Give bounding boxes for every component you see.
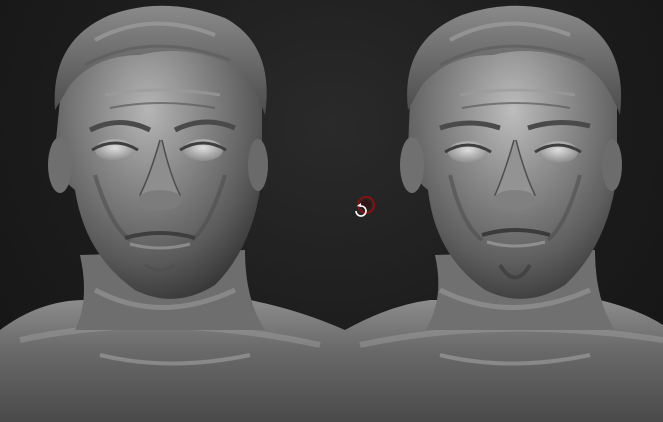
sculpt-viewport[interactable] <box>0 0 663 422</box>
sculpt-bust-left[interactable] <box>0 5 345 422</box>
viewport-canvas[interactable] <box>0 0 663 422</box>
sculpt-bust-right[interactable] <box>345 5 663 422</box>
rotate-cursor-icon <box>352 195 376 219</box>
